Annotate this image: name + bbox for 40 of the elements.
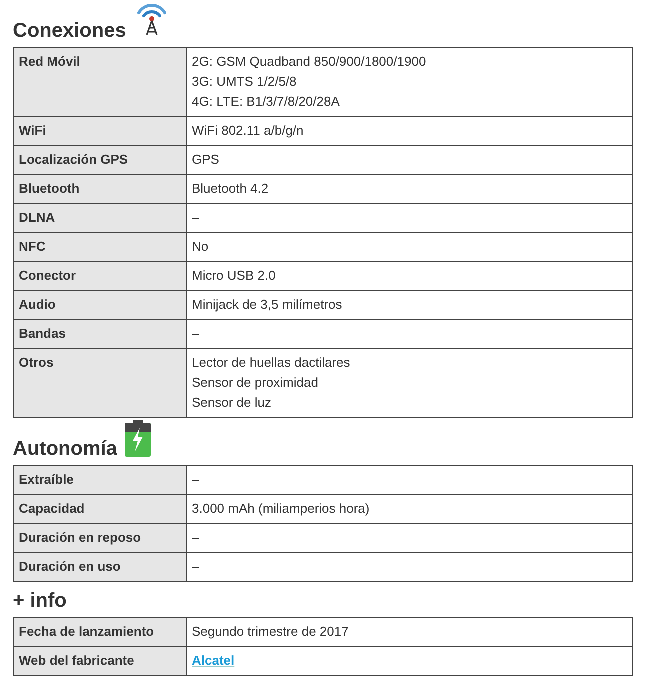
spec-label: Web del fabricante: [14, 646, 186, 676]
spec-label: Red Móvil: [14, 48, 186, 116]
spec-label: Localización GPS: [14, 146, 186, 174]
spec-label: Audio: [14, 290, 186, 320]
spec-value: WiFi 802.11 a/b/g/n: [192, 122, 305, 140]
spec-value: –: [192, 209, 200, 227]
section-heading: Autonomía: [13, 437, 118, 461]
spec-label: Otros: [14, 348, 186, 418]
spec-value: Micro USB 2.0: [192, 267, 277, 285]
spec-value: Sensor de proximidad: [192, 374, 320, 392]
spec-value: Bluetooth 4.2: [192, 180, 270, 198]
section-heading: + info: [13, 589, 67, 613]
section-heading: Conexiones: [13, 19, 126, 43]
spec-label: Bandas: [14, 320, 186, 348]
spec-label: Capacidad: [14, 494, 186, 524]
spec-value: Minijack de 3,5 milímetros: [192, 296, 344, 314]
spec-value: Lector de huellas dactilares: [192, 354, 352, 372]
spec-value: 3.000 mAh (miliamperios hora): [192, 500, 371, 518]
spec-value: Sensor de luz: [192, 394, 272, 412]
spec-label: Duración en uso: [14, 552, 186, 582]
spec-label: NFC: [14, 232, 186, 262]
spec-label: Bluetooth: [14, 174, 186, 204]
spec-label: Extraíble: [14, 466, 186, 494]
spec-value: –: [192, 558, 200, 576]
spec-value: No: [192, 238, 210, 256]
spec-value: 4G: LTE: B1/3/7/8/20/28A: [192, 93, 341, 111]
spec-label: DLNA: [14, 204, 186, 232]
spec-value: 2G: GSM Quadband 850/900/1800/1900: [192, 53, 428, 71]
spec-value: –: [192, 471, 200, 489]
spec-label: Duración en reposo: [14, 524, 186, 552]
battery-charging-icon: [125, 420, 152, 457]
spec-value: –: [192, 529, 200, 547]
spec-label: Fecha de lanzamiento: [14, 618, 186, 646]
spec-value: Segundo trimestre de 2017: [192, 623, 350, 641]
spec-value: GPS: [192, 151, 220, 169]
spec-value: 3G: UMTS 1/2/5/8: [192, 73, 298, 91]
spec-value: –: [192, 325, 200, 343]
spec-label: WiFi: [14, 116, 186, 146]
manufacturer-link[interactable]: Alcatel: [192, 653, 235, 668]
spec-label: Conector: [14, 262, 186, 290]
